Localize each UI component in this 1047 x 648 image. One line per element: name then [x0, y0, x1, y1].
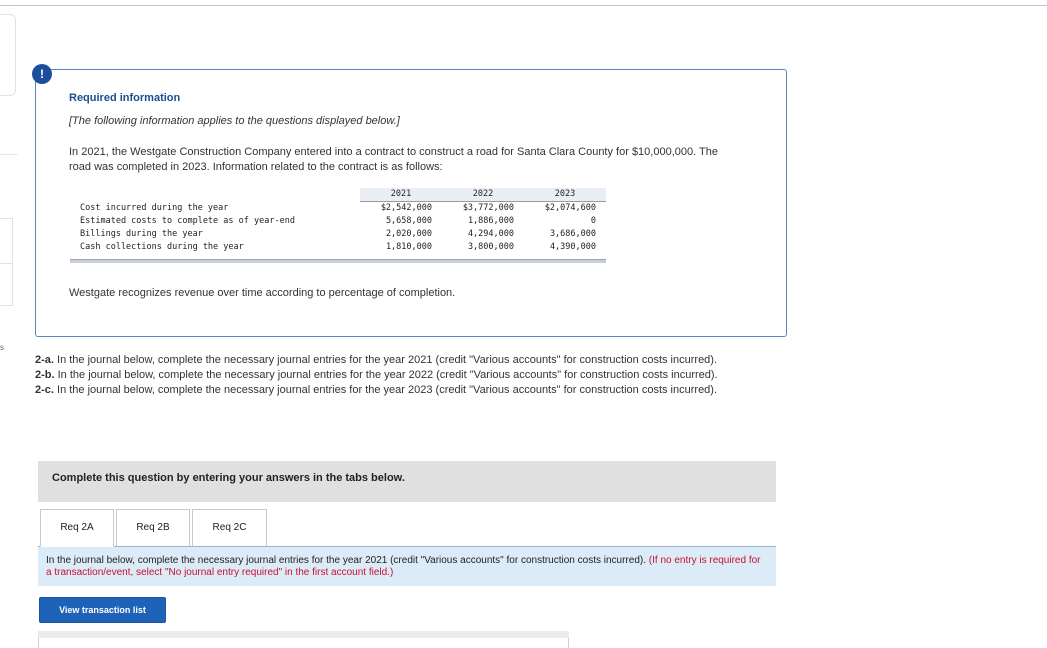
table-row: Cash collections during the year 1,810,0… [70, 240, 606, 253]
question-instruction-text: Complete this question by entering your … [52, 472, 405, 484]
year-header: 2023 [524, 188, 606, 202]
alert-icon: ! [32, 64, 52, 84]
table-cell: $2,542,000 [380, 202, 432, 213]
instruction-label: 2-b. [35, 369, 55, 381]
view-transaction-list-button[interactable]: View transaction list [39, 597, 166, 623]
top-divider [0, 5, 1047, 6]
table-cell: 1,810,000 [385, 241, 432, 252]
instruction-item: 2-c. In the journal below, complete the … [35, 383, 775, 398]
instruction-item: 2-a. In the journal below, complete the … [35, 353, 775, 368]
table-row: Cost incurred during the year $2,542,000… [70, 201, 606, 214]
table-cell: 5,658,000 [385, 215, 432, 226]
required-info-paragraph: In 2021, the Westgate Construction Compa… [69, 146, 718, 173]
table-cell: 1,886,000 [467, 215, 514, 226]
instruction-text: In the journal below, complete the neces… [53, 354, 718, 366]
left-rail-label: s [0, 343, 4, 352]
left-rail-divider [0, 154, 18, 155]
question-instruction-bar: Complete this question by entering your … [38, 461, 776, 502]
table-cell: $3,772,000 [462, 202, 514, 213]
table-row: Billings during the year 2,020,000 4,294… [70, 227, 606, 240]
instruction-item: 2-b. In the journal below, complete the … [35, 368, 775, 383]
tab-panel-instructions: In the journal below, complete the neces… [38, 547, 776, 586]
required-info-title: Required information [69, 92, 181, 104]
tab-req-2a[interactable]: Req 2A [40, 509, 114, 547]
left-rail-item[interactable] [0, 264, 13, 306]
row-label: Billings during the year [80, 228, 203, 239]
table-cell: 4,390,000 [549, 241, 596, 252]
row-label: Cash collections during the year [80, 241, 244, 252]
table-cell: $2,074,600 [544, 202, 596, 213]
row-label: Estimated costs to complete as of year-e… [80, 215, 295, 226]
contract-data-table: 2021 2022 2023 Cost incurred during the … [70, 188, 606, 253]
row-label: Cost incurred during the year [80, 202, 229, 213]
tab-panel-text: In the journal below, complete the neces… [46, 555, 649, 566]
tab-req-2b[interactable]: Req 2B [116, 509, 190, 547]
table-header-row: 2021 2022 2023 [70, 188, 606, 202]
revenue-recognition-note: Westgate recognizes revenue over time ac… [69, 287, 456, 299]
table-cell: 3,686,000 [549, 228, 596, 239]
table-cell: 2,020,000 [385, 228, 432, 239]
instruction-text: In the journal below, complete the neces… [53, 384, 718, 396]
left-rail-item[interactable] [0, 218, 13, 264]
year-header: 2021 [360, 188, 442, 202]
left-rail-panel [0, 14, 16, 96]
instruction-label: 2-c. [35, 384, 54, 396]
instructions: 2-a. In the journal below, complete the … [35, 353, 775, 398]
table-row: Estimated costs to complete as of year-e… [70, 214, 606, 227]
table-cell: 0 [590, 215, 596, 226]
instruction-label: 2-a. [35, 354, 54, 366]
instruction-text: In the journal below, complete the neces… [54, 369, 718, 381]
required-info-subtitle: [The following information applies to th… [69, 115, 400, 127]
journal-entry-header [38, 631, 569, 638]
table-cell: 4,294,000 [467, 228, 514, 239]
tab-req-2c[interactable]: Req 2C [192, 509, 267, 547]
table-footer-bar [70, 259, 606, 263]
year-header: 2022 [442, 188, 524, 202]
table-cell: 3,800,000 [467, 241, 514, 252]
